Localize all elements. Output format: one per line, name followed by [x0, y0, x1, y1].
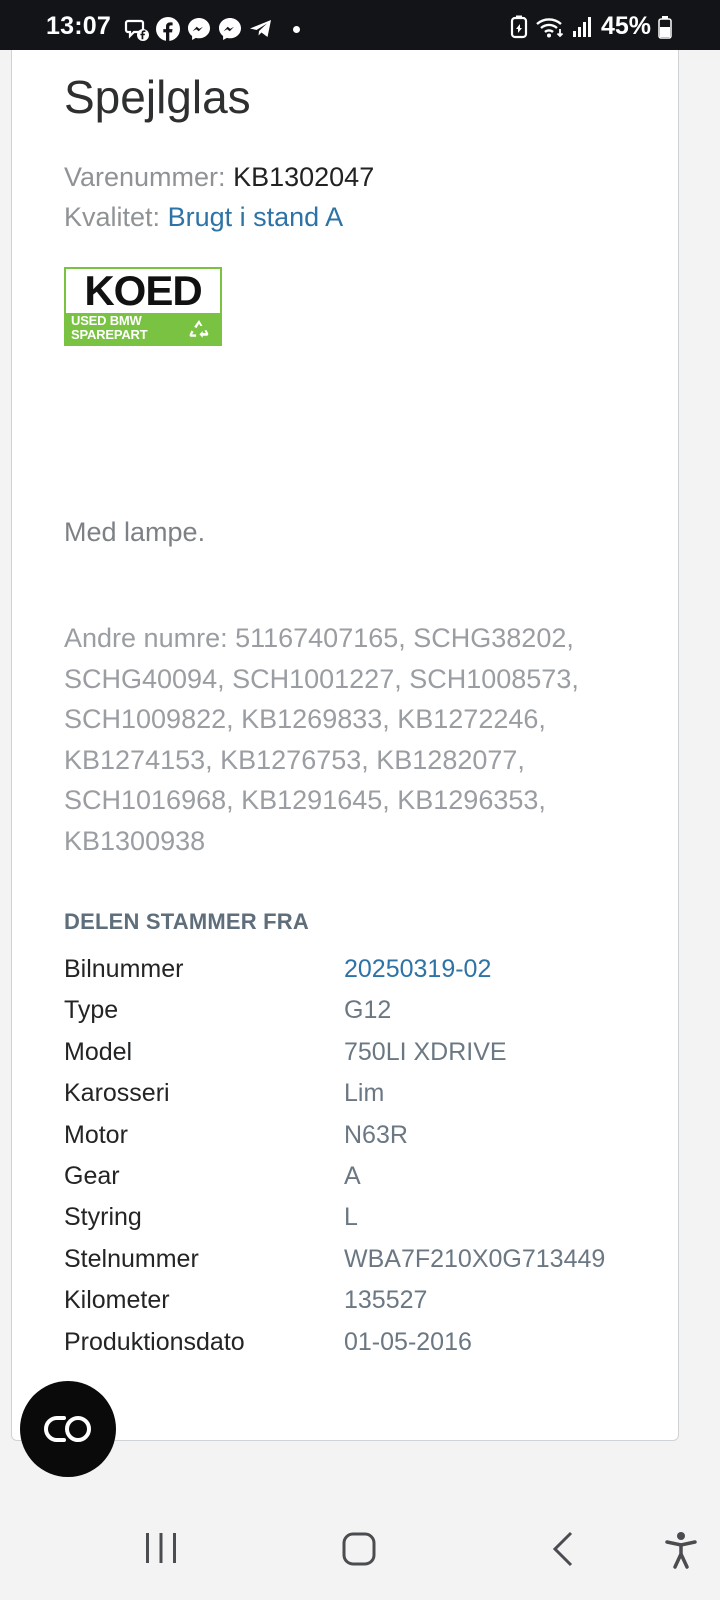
spec-value: 135527 [344, 1286, 428, 1315]
spec-row-kilometer: Kilometer 135527 [64, 1278, 664, 1319]
spec-row-gear: Gear A [64, 1154, 664, 1195]
logo-wordmark: KOED [84, 267, 202, 314]
spec-value: G12 [344, 996, 392, 1025]
quality-line: Kvalitet: Brugt i stand A [64, 202, 343, 233]
other-part-numbers: Andre numre: 51167407165, SCHG38202, SCH… [64, 623, 579, 856]
wifi-icon [536, 17, 564, 37]
logo-subtext: USED BMW SPAREPART [71, 313, 148, 342]
spec-value: N63R [344, 1120, 408, 1149]
home-button[interactable] [341, 1531, 377, 1567]
system-nav-bar [0, 1497, 720, 1600]
spec-row-produktionsdato: Produktionsdato 01-05-2016 [64, 1320, 664, 1361]
spec-label: Styring [64, 1203, 142, 1232]
spec-label: Karosseri [64, 1079, 170, 1108]
spec-row-type: Type G12 [64, 988, 664, 1029]
telegram-icon [250, 20, 271, 37]
battery-icon [658, 15, 672, 39]
spec-value: L [344, 1203, 358, 1232]
more-notifications-dot [293, 25, 300, 33]
spec-value: 01-05-2016 [344, 1327, 472, 1356]
product-title: Spejlglas [64, 71, 251, 123]
recent-apps-icon [146, 1533, 176, 1563]
floating-chat-button[interactable] [20, 1381, 116, 1477]
sku-value: KB1302047 [233, 162, 375, 192]
spec-row-bilnummer: Bilnummer 20250319-02 [64, 947, 664, 988]
battery-percent: 45% [600, 12, 651, 40]
origin-heading: DELEN STAMMER FRA [64, 909, 309, 934]
messenger-icon [219, 18, 241, 40]
quality-label: Kvalitet: [64, 202, 161, 232]
spec-row-styring: Styring L [64, 1195, 664, 1236]
spec-value: Lim [344, 1079, 385, 1108]
product-card: Spejlglas Varenummer: KB1302047 Kvalitet… [11, 50, 679, 1441]
spec-label: Model [64, 1037, 133, 1066]
facebook-icon [156, 17, 180, 41]
accessibility-button[interactable] [664, 1531, 698, 1569]
back-icon [552, 1531, 573, 1567]
sku-line: Varenummer: KB1302047 [64, 162, 374, 193]
logo-line-2: SPAREPART [71, 327, 148, 342]
koed-logo: KOED USED BMW SPAREPART [64, 267, 222, 346]
toggle-icon [44, 1416, 91, 1442]
recycle-icon [186, 316, 212, 342]
recent-apps-button[interactable] [144, 1531, 178, 1565]
spec-row-karosseri: Karosseri Lim [64, 1071, 664, 1112]
spec-row-motor: Motor N63R [64, 1113, 664, 1154]
messenger-icon [188, 18, 210, 40]
product-description: Med lampe. [64, 517, 206, 547]
status-time: 13:07 [46, 12, 111, 40]
spec-value: 750LI XDRIVE [344, 1037, 507, 1066]
logo-banner: USED BMW SPAREPART [66, 313, 220, 344]
spec-label: Stelnummer [64, 1244, 199, 1273]
spec-label: Type [64, 996, 119, 1025]
spec-value: WBA7F210X0G713449 [344, 1244, 606, 1273]
data-saver-icon [510, 15, 528, 38]
notification-icons [124, 16, 300, 42]
home-icon [342, 1532, 376, 1566]
sku-label: Varenummer: [64, 162, 226, 192]
back-button[interactable] [551, 1531, 575, 1567]
origin-spec-table: Bilnummer 20250319-02 Type G12 Model 750… [64, 947, 664, 1361]
spec-label: Produktionsdato [64, 1327, 245, 1356]
spec-label: Kilometer [64, 1286, 170, 1315]
spec-row-stelnummer: Stelnummer WBA7F210X0G713449 [64, 1237, 664, 1278]
spec-label: Gear [64, 1161, 120, 1190]
signal-icon [572, 16, 591, 37]
status-right: 45% [510, 12, 672, 41]
quality-link[interactable]: Brugt i stand A [168, 202, 344, 232]
accessibility-icon [665, 1532, 697, 1569]
messenger-chat-icon [124, 19, 149, 41]
status-bar: 13:07 45% [0, 0, 720, 50]
spec-label: Bilnummer [64, 955, 184, 983]
spec-value: A [344, 1161, 361, 1190]
car-number-link[interactable]: 20250319-02 [344, 955, 491, 984]
logo-line-1: USED BMW [71, 313, 142, 328]
spec-label: Motor [64, 1120, 128, 1149]
spec-row-model: Model 750LI XDRIVE [64, 1030, 664, 1071]
